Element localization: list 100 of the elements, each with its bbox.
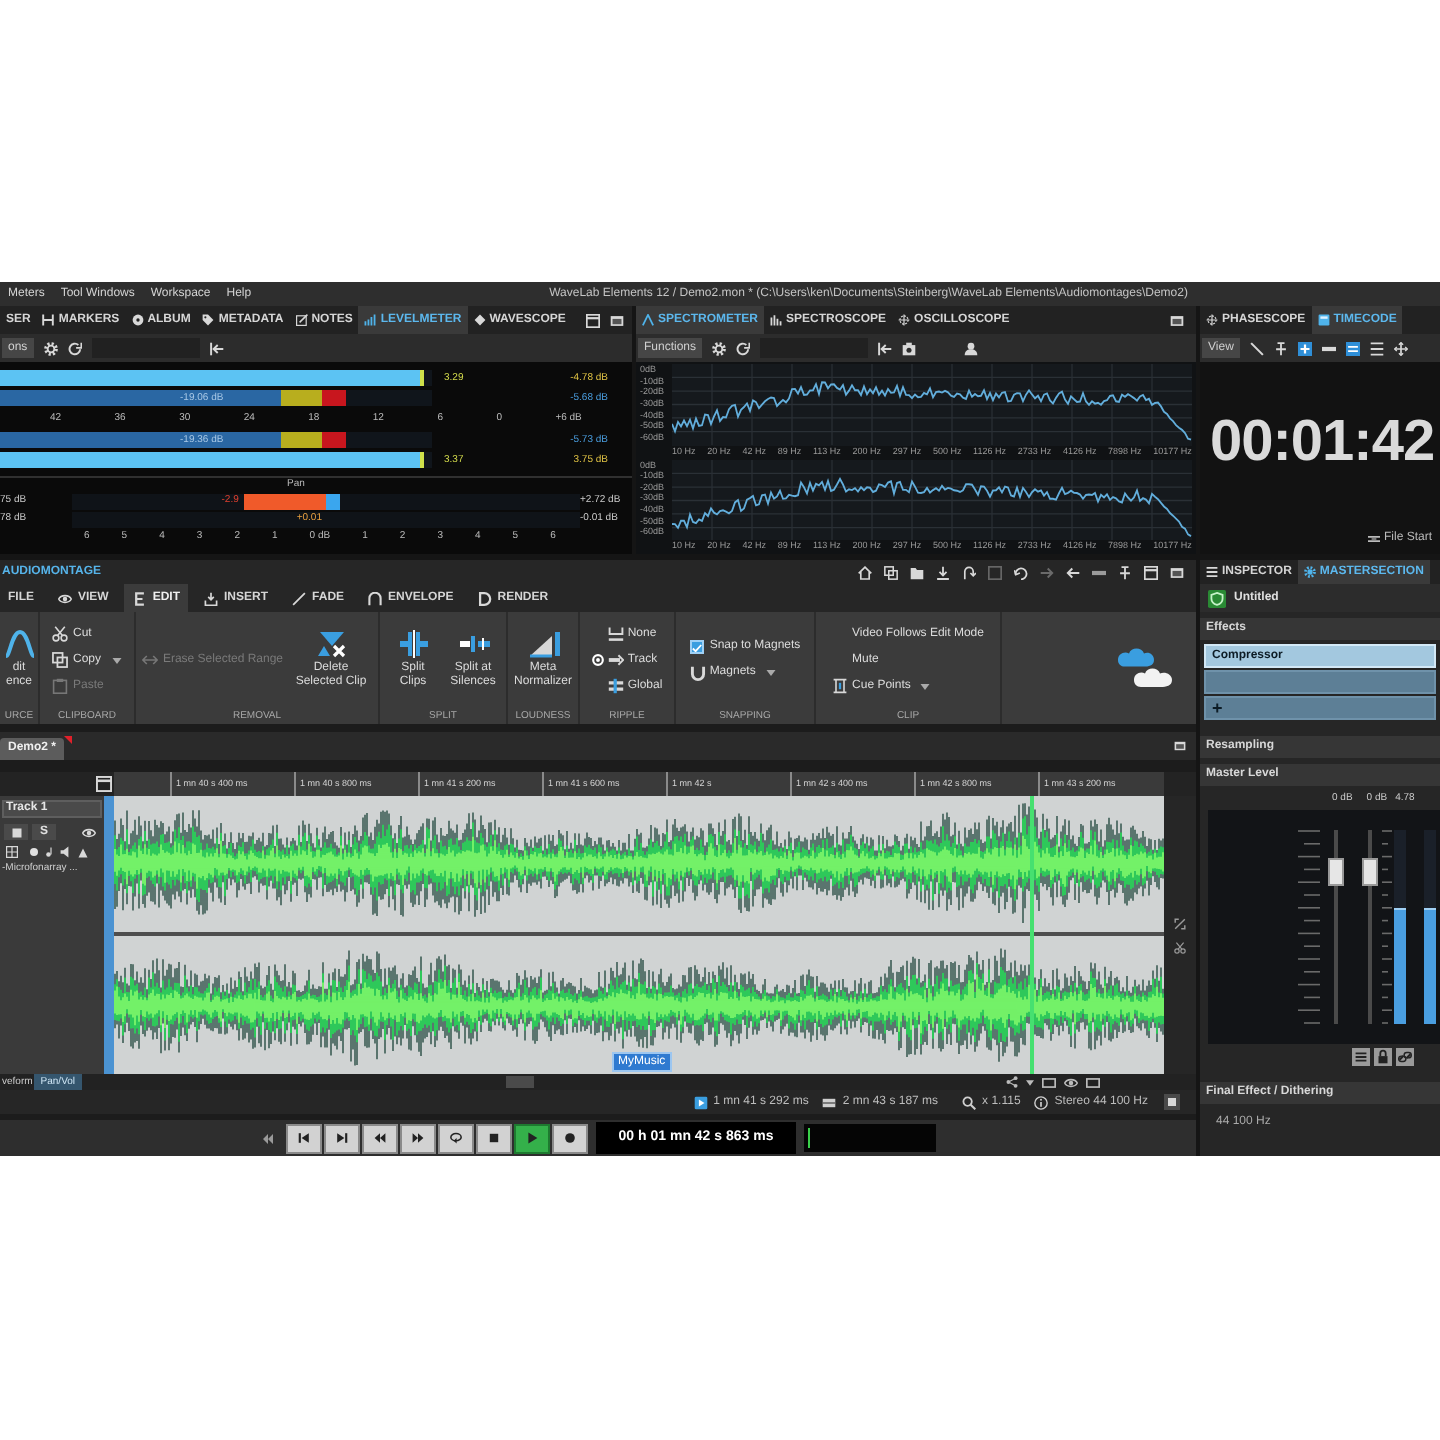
rewind-icon [374, 1132, 386, 1144]
checkbox[interactable] [689, 640, 704, 654]
scissors-icon[interactable] [1174, 941, 1186, 953]
skip-start-icon [298, 1132, 310, 1144]
bars-icon [364, 314, 377, 326]
eye-icon[interactable] [82, 827, 96, 837]
split-icon [397, 630, 429, 658]
magnifier-icon [962, 1095, 977, 1109]
minus-icon[interactable] [1321, 341, 1336, 355]
caret-icon [765, 670, 776, 676]
triangle-up-icon[interactable] [78, 847, 88, 857]
options-button[interactable] [1164, 1094, 1180, 1110]
double-line-icon [1367, 534, 1380, 544]
fast-forward-button[interactable] [400, 1123, 436, 1153]
eye-icon[interactable] [1064, 1077, 1078, 1087]
ramp-icon [527, 630, 559, 658]
left-arrow-icon[interactable] [1066, 565, 1080, 579]
pin-icon[interactable] [1273, 341, 1288, 355]
link-icon[interactable] [1396, 1048, 1414, 1066]
home-icon[interactable] [858, 565, 872, 579]
wave-arch-icon [3, 630, 35, 658]
dot-icon[interactable] [30, 848, 38, 856]
rectangle-icon[interactable] [1086, 1077, 1100, 1087]
list-icon [1206, 566, 1218, 578]
panel-icon[interactable] [1174, 740, 1186, 752]
stop-button[interactable] [476, 1123, 512, 1153]
folder-icon[interactable] [910, 565, 924, 579]
magnet-icon [689, 665, 706, 681]
split-view-icon[interactable] [1345, 341, 1360, 355]
window-icon[interactable] [1144, 565, 1158, 579]
split-silence-icon [457, 630, 489, 658]
disc-icon [131, 314, 144, 326]
timecode-display: 00:01:42 [1210, 414, 1435, 472]
scrollbar-thumb[interactable] [505, 1076, 534, 1088]
refresh-icon[interactable] [736, 341, 751, 355]
fader-handle[interactable] [1328, 858, 1344, 887]
erase-range-icon [142, 652, 159, 668]
play-icon [693, 1095, 708, 1109]
ripple-none-icon [607, 626, 624, 642]
lines-icon[interactable] [1369, 341, 1384, 355]
diagonal-line-icon [292, 591, 307, 605]
double-arrow-icon[interactable] [262, 1133, 274, 1143]
panel-icon[interactable] [1170, 313, 1184, 327]
record-button[interactable] [552, 1123, 588, 1153]
expand-icon[interactable] [1174, 917, 1186, 929]
pin-icon[interactable] [1118, 565, 1132, 579]
fast-forward-icon [412, 1132, 424, 1144]
caret-icon[interactable] [1026, 1079, 1034, 1085]
square-icon [1168, 1098, 1176, 1106]
scissors-icon [52, 626, 69, 642]
camera-icon[interactable] [902, 341, 917, 355]
rewind-button[interactable] [362, 1123, 398, 1153]
window-icon[interactable] [586, 313, 600, 327]
add-effect-slot[interactable]: + [1204, 696, 1436, 720]
undo-icon[interactable] [1014, 565, 1028, 579]
play-button[interactable] [514, 1123, 550, 1153]
copy-icon[interactable] [884, 565, 898, 579]
skip-to-start-button[interactable] [286, 1123, 322, 1153]
cursor-line [808, 1128, 810, 1148]
checkmark-icon [691, 643, 702, 651]
hook-arrow-icon[interactable] [962, 565, 976, 579]
plus-icon[interactable] [1297, 341, 1312, 355]
bars-icon [770, 314, 783, 326]
panel-icon[interactable] [1170, 565, 1184, 579]
gear-icon[interactable] [43, 341, 58, 355]
window-icon[interactable] [96, 776, 112, 792]
crosshair-icon [1206, 314, 1218, 326]
skip-to-end-button[interactable] [324, 1123, 360, 1153]
note-glyph-icon[interactable] [44, 846, 54, 858]
play-icon [526, 1132, 538, 1144]
panel-icon[interactable] [610, 313, 624, 327]
display-icon [1317, 314, 1330, 326]
caret-icon [111, 657, 121, 663]
person-icon[interactable] [964, 341, 979, 355]
fader-track[interactable] [1362, 830, 1378, 1024]
speaker-icon[interactable] [60, 846, 72, 858]
copy-icon [52, 652, 69, 668]
refresh-icon[interactable] [67, 341, 82, 355]
grid-icon[interactable] [6, 846, 18, 858]
download-icon[interactable] [936, 565, 950, 579]
list-icon[interactable] [1352, 1048, 1370, 1066]
lock-icon[interactable] [1374, 1048, 1392, 1066]
slash-icon[interactable] [1249, 341, 1264, 355]
gear-icon[interactable] [712, 341, 727, 355]
right-arrow-icon[interactable] [1040, 565, 1054, 579]
toggle-button[interactable] [4, 824, 28, 840]
arrow-to-line-icon[interactable] [209, 341, 224, 355]
square-icon[interactable] [988, 565, 1002, 579]
dash-icon[interactable] [1092, 569, 1106, 575]
pan-balance-bar [326, 493, 340, 509]
fader-track[interactable] [1328, 830, 1344, 1024]
move-icon[interactable] [1393, 341, 1408, 355]
fader-handle[interactable] [1362, 858, 1378, 887]
arrow-to-line-icon[interactable] [878, 341, 893, 355]
share-icon[interactable] [1006, 1076, 1018, 1088]
rectangle-icon[interactable] [1042, 1077, 1056, 1087]
ripple-global-icon [607, 678, 624, 694]
loop-button[interactable] [438, 1123, 474, 1153]
eye-icon [58, 591, 72, 605]
radio-dot-icon [591, 654, 604, 666]
